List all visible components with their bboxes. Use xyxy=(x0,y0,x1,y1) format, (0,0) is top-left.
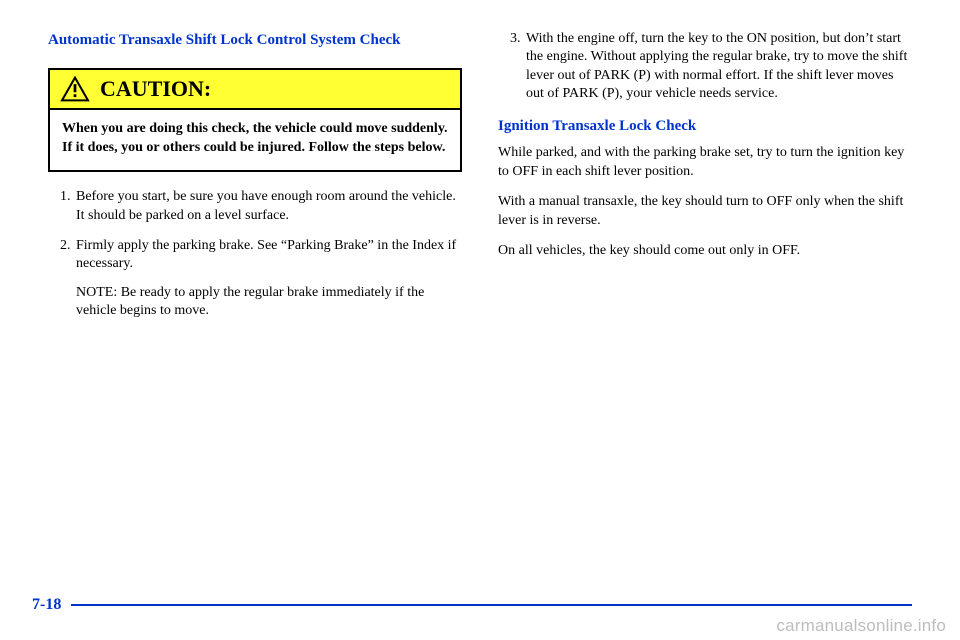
step-text: With the engine off, turn the key to the… xyxy=(526,31,907,101)
page-content: Automatic Transaxle Shift Lock Control S… xyxy=(0,0,960,333)
caution-header: CAUTION: xyxy=(50,70,460,110)
steps-list-right: With the engine off, turn the key to the… xyxy=(498,30,912,104)
section-heading-ignition-lock: Ignition Transaxle Lock Check xyxy=(498,116,912,136)
steps-list-left: Before you start, be sure you have enoug… xyxy=(48,188,462,321)
section-heading-shift-lock: Automatic Transaxle Shift Lock Control S… xyxy=(48,30,462,50)
right-column: With the engine off, turn the key to the… xyxy=(498,30,912,333)
caution-box: CAUTION: When you are doing this check, … xyxy=(48,68,462,172)
caution-label: CAUTION: xyxy=(100,76,211,102)
body-paragraph: On all vehicles, the key should come out… xyxy=(498,242,912,260)
list-item: Firmly apply the parking brake. See “Par… xyxy=(74,237,462,321)
watermark-text: carmanualsonline.info xyxy=(776,616,946,636)
step-note: NOTE: Be ready to apply the regular brak… xyxy=(76,284,462,321)
footer-rule xyxy=(71,604,912,606)
list-item: With the engine off, turn the key to the… xyxy=(524,30,912,104)
page-number: 7-18 xyxy=(32,596,61,614)
step-text: Before you start, be sure you have enoug… xyxy=(76,189,456,222)
body-paragraph: While parked, and with the parking brake… xyxy=(498,144,912,181)
page-footer: 7-18 xyxy=(32,596,912,614)
caution-body-text: When you are doing this check, the vehic… xyxy=(50,110,460,170)
left-column: Automatic Transaxle Shift Lock Control S… xyxy=(48,30,462,333)
list-item: Before you start, be sure you have enoug… xyxy=(74,188,462,225)
body-paragraph: With a manual transaxle, the key should … xyxy=(498,193,912,230)
warning-triangle-icon xyxy=(60,76,90,102)
step-text: Firmly apply the parking brake. See “Par… xyxy=(76,238,456,271)
